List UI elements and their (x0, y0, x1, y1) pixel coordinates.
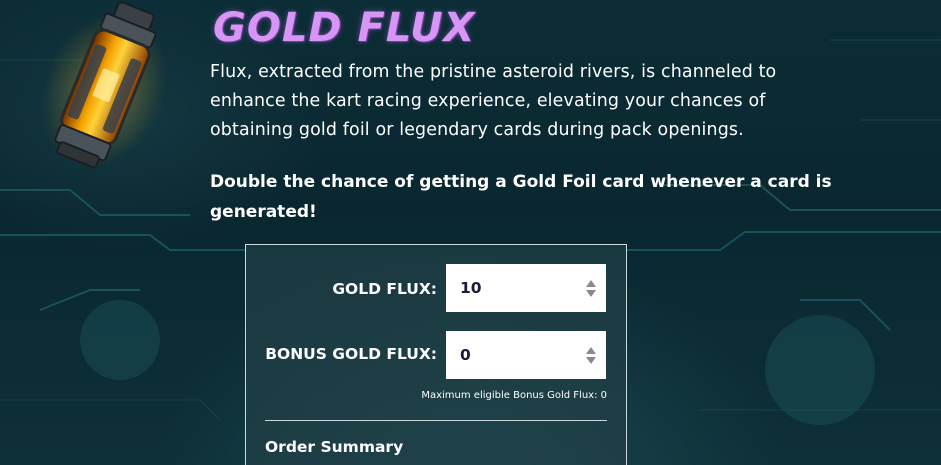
bonus-gold-flux-stepper[interactable] (576, 331, 606, 379)
order-panel: GOLD FLUX: 10 BONUS GOLD FLUX: 0 Maximum… (245, 244, 627, 465)
decrement-arrow-icon[interactable] (586, 289, 596, 297)
product-description: Flux, extracted from the pristine astero… (210, 62, 777, 140)
gold-flux-stepper[interactable] (576, 264, 606, 312)
gold-flux-value[interactable]: 10 (446, 279, 576, 297)
divider (265, 420, 607, 421)
gold-flux-label: GOLD FLUX: (332, 280, 437, 298)
increment-arrow-icon[interactable] (586, 346, 596, 354)
bonus-gold-flux-input[interactable]: 0 (446, 331, 606, 379)
gold-flux-input[interactable]: 10 (446, 264, 606, 312)
order-summary-title: Order Summary (265, 438, 404, 456)
decrement-arrow-icon[interactable] (586, 356, 596, 364)
increment-arrow-icon[interactable] (586, 279, 596, 287)
bonus-gold-flux-value[interactable]: 0 (446, 346, 576, 364)
gold-flux-canister-icon (41, 1, 168, 169)
max-bonus-note: Maximum eligible Bonus Gold Flux: 0 (421, 390, 607, 401)
bonus-gold-flux-label: BONUS GOLD FLUX: (265, 345, 437, 363)
product-highlight: Double the chance of getting a Gold Foil… (210, 172, 832, 222)
page-title: GOLD FLUX (213, 5, 476, 51)
